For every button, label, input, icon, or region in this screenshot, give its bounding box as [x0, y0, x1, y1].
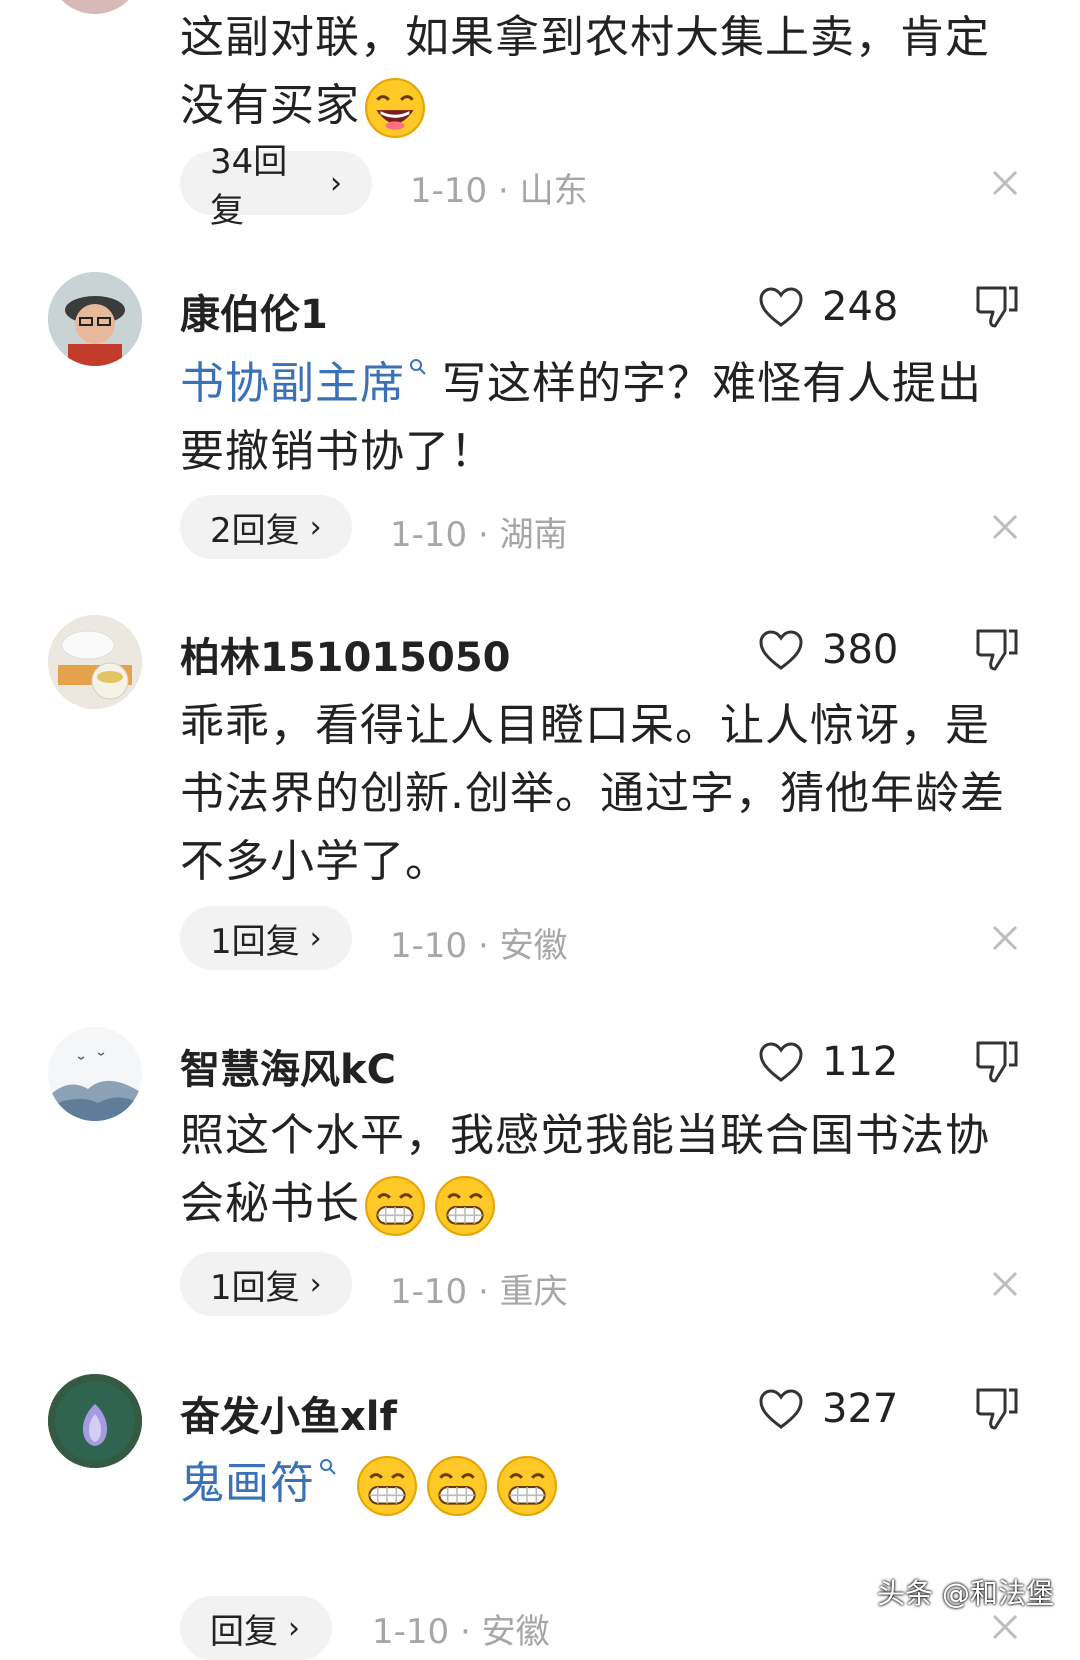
grinning-emoji-icon [435, 1176, 495, 1236]
replies-button[interactable]: 1回复 › [180, 906, 352, 970]
laughing-emoji-icon [365, 78, 425, 138]
comment-text-body: 这副对联，如果拿到农村大集上卖，肯定没有买家 [180, 12, 990, 131]
username[interactable]: 奋发小鱼xlf [180, 1384, 397, 1442]
avatar[interactable] [48, 1027, 142, 1121]
dislike-icon[interactable] [975, 1386, 1019, 1432]
separator: · [477, 515, 489, 555]
close-icon[interactable] [990, 923, 1020, 953]
replies-button[interactable]: 2回复 › [180, 495, 352, 559]
dislike-icon[interactable] [975, 284, 1019, 330]
comment-meta: 1-10 · 安徽 [390, 918, 568, 967]
avatar[interactable] [48, 1374, 142, 1468]
close-icon[interactable] [990, 168, 1020, 198]
replies-button[interactable]: 回复 › [180, 1596, 332, 1660]
chevron-right-icon: › [309, 920, 322, 956]
like-button[interactable]: 380 [758, 625, 898, 675]
avatar[interactable] [48, 615, 142, 709]
heart-icon [759, 287, 803, 327]
comment-text: 鬼画符 [180, 1450, 1010, 1518]
chevron-right-icon: › [288, 1610, 300, 1646]
heart-icon [759, 1389, 803, 1429]
comment-meta: 1-10 · 山东 [410, 163, 588, 212]
close-icon[interactable] [990, 1612, 1020, 1642]
comment-location: 湖南 [499, 515, 568, 555]
avatar-image [48, 272, 142, 366]
like-count: 248 [822, 284, 899, 330]
avatar[interactable] [48, 0, 142, 14]
comment-date: 1-10 [390, 1272, 468, 1312]
comment-text-body: 乖乖，看得让人目瞪口呆。让人惊讶，是书法界的创新.创举。通过字，猜他年龄差不多小… [180, 700, 1005, 887]
comment-meta: 1-10 · 重庆 [390, 1264, 568, 1313]
search-icon [320, 1459, 336, 1475]
close-icon[interactable] [990, 512, 1020, 542]
dislike-icon[interactable] [975, 1039, 1019, 1085]
like-button[interactable]: 112 [758, 1037, 898, 1087]
grinning-emoji-icon [357, 1456, 417, 1516]
chevron-right-icon: › [330, 165, 342, 201]
heart-icon [759, 630, 803, 670]
dislike-icon[interactable] [975, 627, 1019, 673]
separator: · [497, 171, 509, 211]
separator: · [477, 926, 489, 966]
replies-label: 34回复 [210, 142, 288, 231]
search-link[interactable]: 鬼画符 [180, 1458, 315, 1509]
avatar-image [48, 1027, 142, 1121]
search-icon [410, 359, 426, 375]
separator: · [459, 1612, 471, 1652]
grinning-emoji-icon [365, 1176, 425, 1236]
comment-meta: 1-10 · 安徽 [372, 1604, 550, 1653]
separator: · [477, 1272, 489, 1312]
username[interactable]: 康伯伦1 [180, 282, 328, 340]
comment-text: 书协副主席 写这样的字？难怪有人提出要撤销书协了！ [180, 350, 1010, 486]
like-count: 112 [822, 1039, 899, 1085]
like-button[interactable]: 327 [758, 1384, 898, 1434]
watermark: 头条 @和法堡 [877, 1577, 1054, 1610]
close-icon[interactable] [990, 1269, 1020, 1299]
heart-icon [759, 1042, 803, 1082]
comment-location: 安徽 [499, 926, 568, 966]
grinning-emoji-icon [497, 1456, 557, 1516]
replies-label: 回复 [210, 1611, 278, 1652]
replies-label: 2回复 [210, 510, 300, 551]
username[interactable]: 智慧海风kC [180, 1037, 396, 1095]
comment-text: 乖乖，看得让人目瞪口呆。让人惊讶，是书法界的创新.创举。通过字，猜他年龄差不多小… [180, 692, 1010, 896]
avatar-image [48, 615, 142, 709]
comment-text: 照这个水平，我感觉我能当联合国书法协会秘书长 [180, 1102, 1010, 1238]
comment-date: 1-10 [410, 171, 488, 211]
like-count: 327 [822, 1386, 899, 1432]
replies-label: 1回复 [210, 1267, 300, 1308]
replies-label: 1回复 [210, 921, 300, 962]
comment-date: 1-10 [372, 1612, 450, 1652]
comment-location: 安徽 [481, 1612, 550, 1652]
username[interactable]: 柏林151015050 [180, 625, 511, 683]
comment-date: 1-10 [390, 926, 468, 966]
comment-location: 山东 [519, 171, 588, 211]
comment-meta: 1-10 · 湖南 [390, 507, 568, 556]
comment-text-body: 照这个水平，我感觉我能当联合国书法协会秘书长 [180, 1110, 990, 1229]
comment-date: 1-10 [390, 515, 468, 555]
replies-button[interactable]: 1回复 › [180, 1252, 352, 1316]
chevron-right-icon: › [309, 1266, 322, 1302]
search-link[interactable]: 书协副主席 [180, 358, 405, 409]
avatar[interactable] [48, 272, 142, 366]
comment-location: 重庆 [499, 1272, 568, 1312]
chevron-right-icon: › [309, 509, 322, 545]
replies-button[interactable]: 34回复 › [180, 142, 372, 231]
like-button[interactable]: 248 [758, 282, 898, 332]
like-count: 380 [822, 627, 899, 673]
avatar-image [48, 1374, 142, 1468]
grinning-emoji-icon [427, 1456, 487, 1516]
comment-text: 这副对联，如果拿到农村大集上卖，肯定没有买家 [180, 4, 1010, 140]
